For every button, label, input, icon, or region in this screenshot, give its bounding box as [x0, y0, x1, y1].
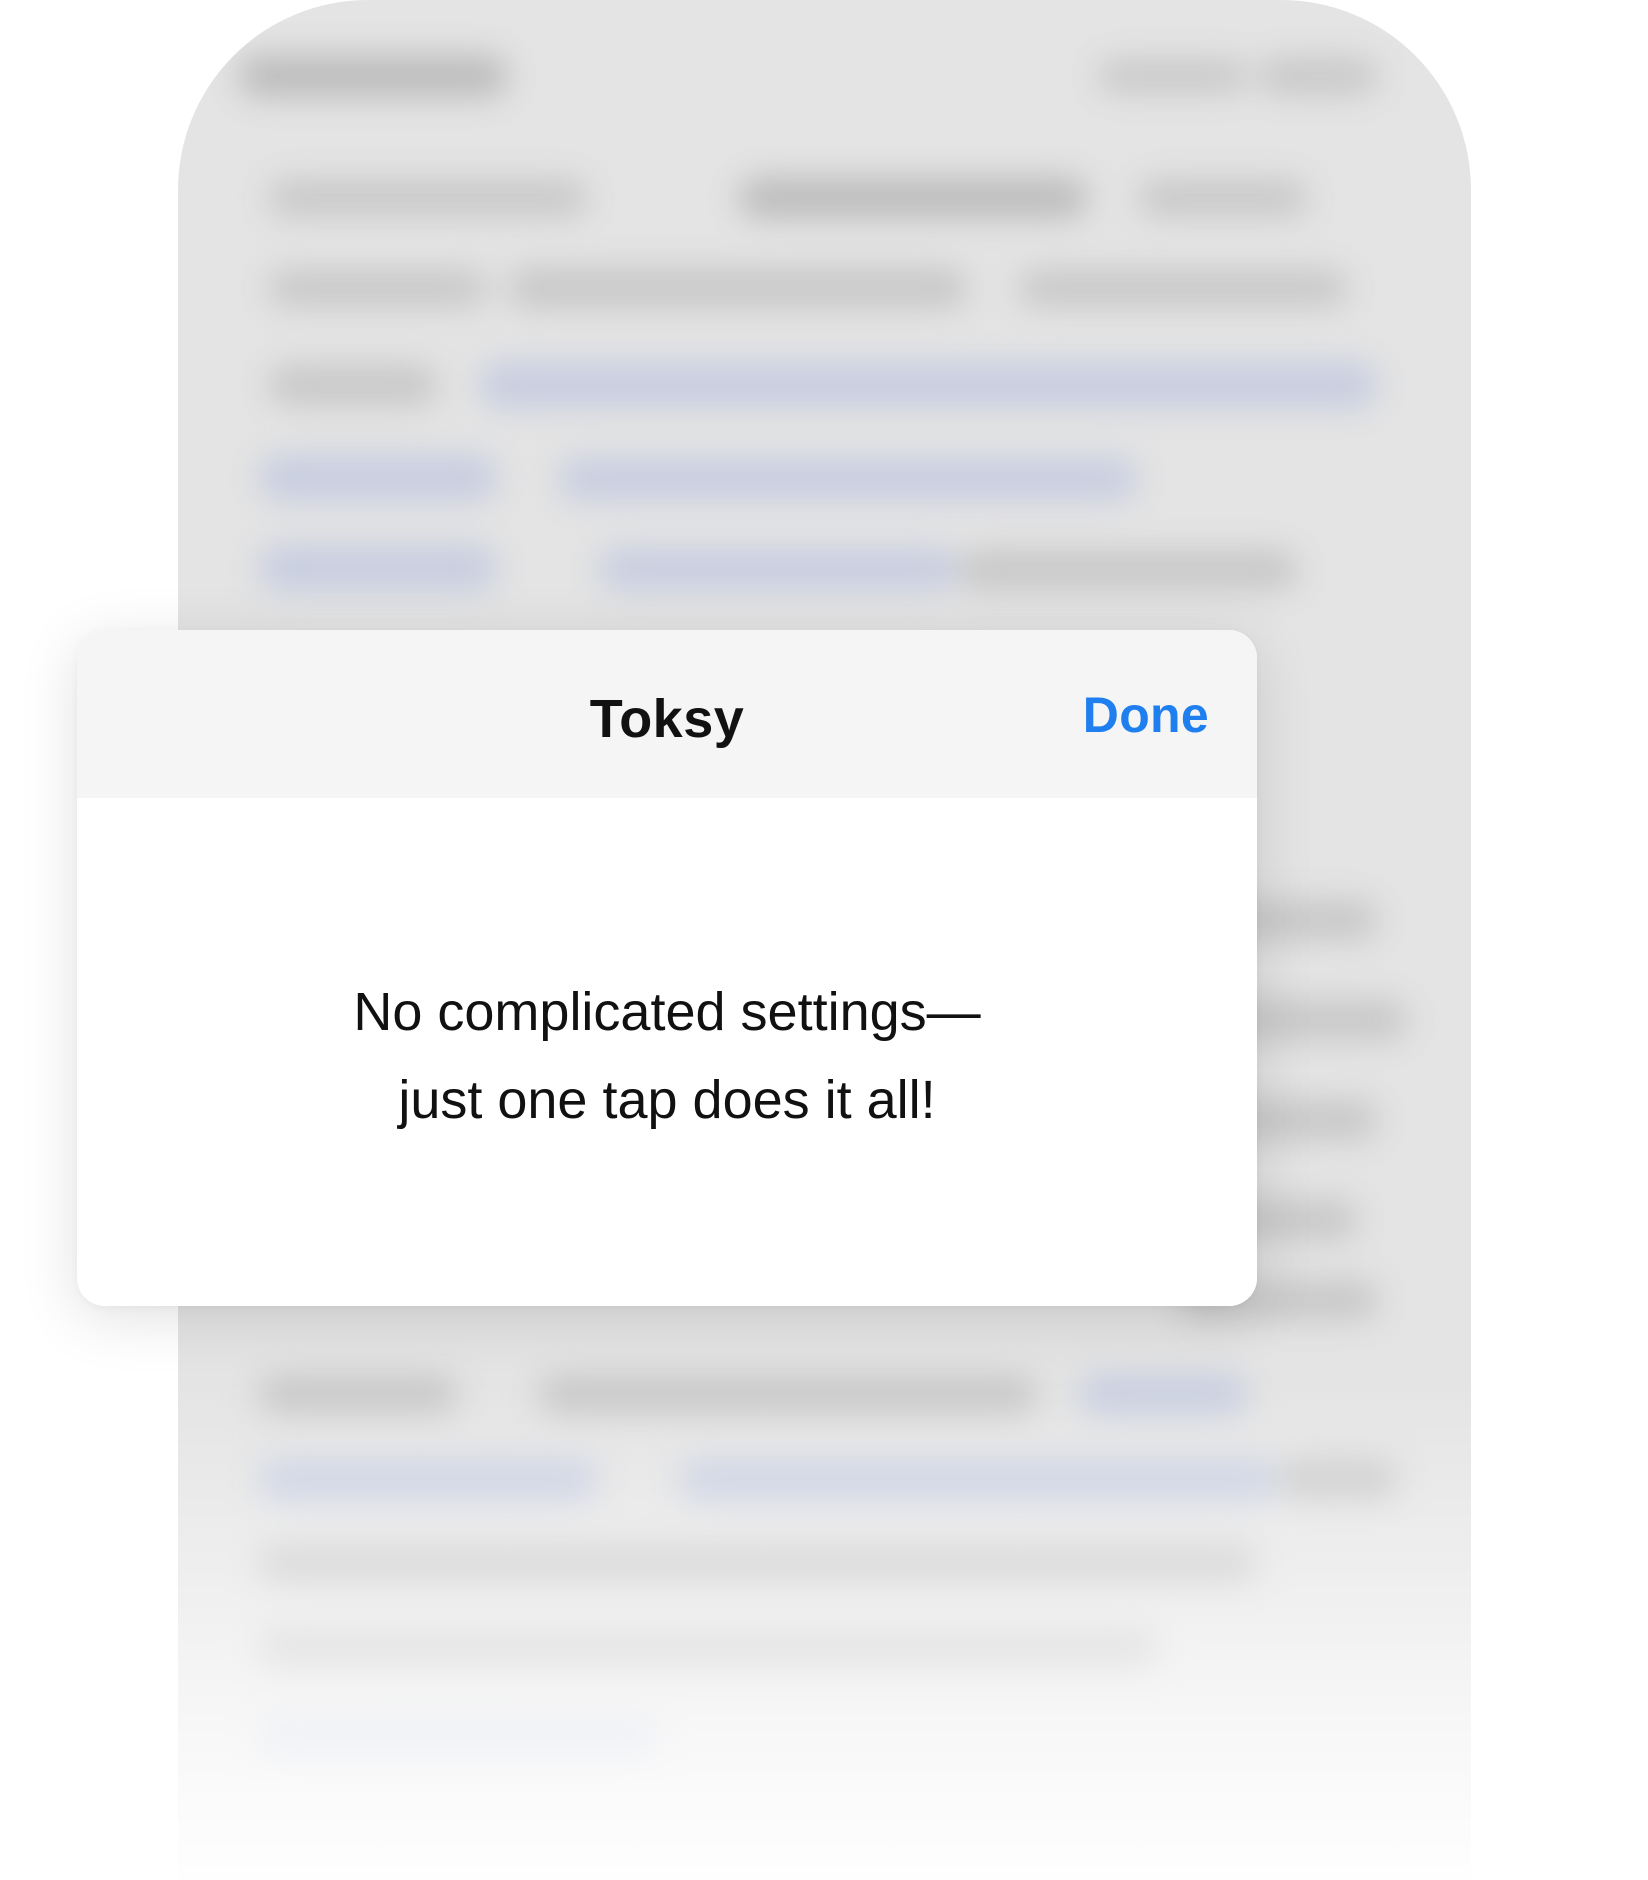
sheet-body: No complicated settings— just one tap do…	[77, 798, 1257, 1306]
sheet-header: Toksy Done	[77, 630, 1257, 798]
done-button[interactable]: Done	[1083, 686, 1209, 744]
sheet-message: No complicated settings— just one tap do…	[77, 968, 1257, 1144]
extension-sheet: Toksy Done No complicated settings— just…	[77, 630, 1257, 1306]
bottom-fade	[178, 1380, 1471, 1880]
message-line-1: No complicated settings—	[353, 982, 981, 1042]
screen: Toksy Done No complicated settings— just…	[0, 0, 1648, 1880]
message-line-2: just one tap does it all!	[398, 1070, 936, 1130]
sheet-title: Toksy	[589, 689, 745, 749]
